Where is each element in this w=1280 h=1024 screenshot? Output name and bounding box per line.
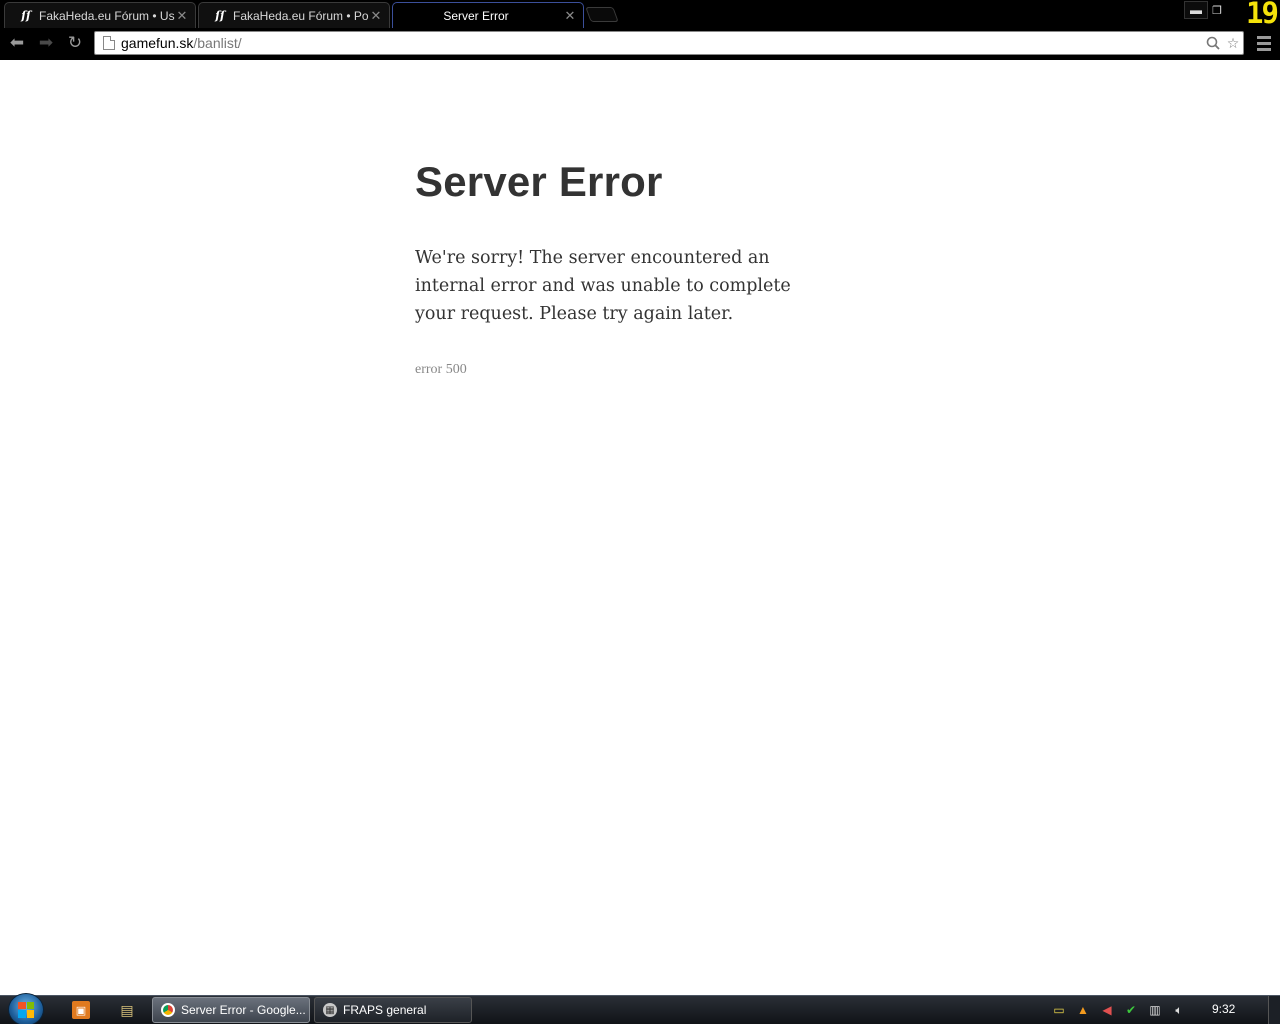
taskbar-item-fraps[interactable]: ▦ FRAPS general xyxy=(314,997,472,1023)
page-title: Server Error xyxy=(415,158,663,205)
close-icon[interactable]: ✕ xyxy=(175,8,189,23)
browser-toolbar: ⬅ ➡ ↻ gamefun.sk/banlist/ ☆ xyxy=(0,28,1280,58)
taskbar: ▣ ▤ Server Error - Google... ▦ FRAPS gen… xyxy=(0,993,1280,1024)
close-icon[interactable]: ✕ xyxy=(369,8,383,23)
bookmark-star-icon[interactable]: ☆ xyxy=(1223,33,1243,53)
taskbar-item-label: FRAPS general xyxy=(343,1003,427,1017)
fakaheda-icon: ſſ xyxy=(215,9,225,22)
tab-title: Server Error xyxy=(443,8,509,23)
security-check-icon[interactable]: ✔ xyxy=(1122,1001,1140,1019)
show-desktop-button[interactable] xyxy=(1268,996,1280,1024)
taskbar-item-chrome[interactable]: Server Error - Google... xyxy=(152,997,310,1023)
tab-fakaheda-post[interactable]: ſſ FakaHeda.eu Fórum • Pos ✕ xyxy=(198,2,390,28)
arrow-left-icon: ⬅ xyxy=(9,33,25,52)
network-icon[interactable]: ▥ xyxy=(1146,1001,1164,1019)
forward-button[interactable]: ➡ xyxy=(35,32,57,54)
fraps-icon: ▦ xyxy=(323,1003,337,1017)
browser-menu-button[interactable] xyxy=(1254,33,1274,53)
address-bar[interactable]: gamefun.sk/banlist/ ☆ xyxy=(94,31,1244,55)
page-icon xyxy=(103,36,115,50)
tab-title: FakaHeda.eu Fórum • Pos xyxy=(233,8,369,23)
minimize-button[interactable]: ▬ xyxy=(1184,1,1208,19)
vlc-tray-icon[interactable]: ▲ xyxy=(1074,1001,1092,1019)
arrow-right-icon: ➡ xyxy=(38,33,54,52)
search-icon[interactable] xyxy=(1203,33,1223,53)
volume-icon[interactable]: 🔈︎ xyxy=(1170,1001,1188,1019)
new-tab-button[interactable] xyxy=(585,7,619,22)
windows-logo-icon xyxy=(18,1001,34,1018)
chrome-icon xyxy=(161,1003,175,1017)
system-tray: ▭ ▲ ◀ ✔ ▥ 🔈︎ xyxy=(1050,1001,1188,1019)
close-icon[interactable]: ✕ xyxy=(563,8,577,23)
quick-launch-app-icon[interactable]: ▣ xyxy=(72,1001,90,1019)
taskbar-item-label: Server Error - Google... xyxy=(181,1003,306,1017)
page-content: Server Error We're sorry! The server enc… xyxy=(0,60,1280,995)
back-button[interactable]: ⬅ xyxy=(6,32,28,54)
fraps-tray-icon[interactable]: ▭ xyxy=(1050,1001,1068,1019)
tab-title: FakaHeda.eu Fórum • Use xyxy=(39,8,175,23)
clock[interactable]: 9:32 xyxy=(1212,1002,1235,1016)
url-path: /banlist/ xyxy=(193,35,242,51)
reload-button[interactable]: ↻ xyxy=(64,32,86,54)
error-message: We're sorry! The server encountered an i… xyxy=(415,248,791,324)
url-text[interactable]: gamefun.sk/banlist/ xyxy=(121,35,1203,51)
reload-icon: ↻ xyxy=(67,33,83,52)
restore-button[interactable]: ❐ xyxy=(1210,1,1224,19)
fakaheda-icon: ſſ xyxy=(21,9,31,22)
url-host: gamefun.sk xyxy=(121,35,194,51)
tab-server-error[interactable]: Server Error ✕ xyxy=(392,2,584,28)
fps-counter: 19 xyxy=(1246,0,1279,30)
error-code: error 500 xyxy=(415,362,467,377)
file-explorer-icon[interactable]: ▤ xyxy=(118,1001,136,1019)
tab-strip: ſſ FakaHeda.eu Fórum • Use ✕ ſſ FakaHeda… xyxy=(0,0,1280,28)
tab-fakaheda-users[interactable]: ſſ FakaHeda.eu Fórum • Use ✕ xyxy=(4,2,196,28)
start-button[interactable] xyxy=(8,993,44,1024)
speaker-muted-icon[interactable]: ◀ xyxy=(1098,1001,1116,1019)
